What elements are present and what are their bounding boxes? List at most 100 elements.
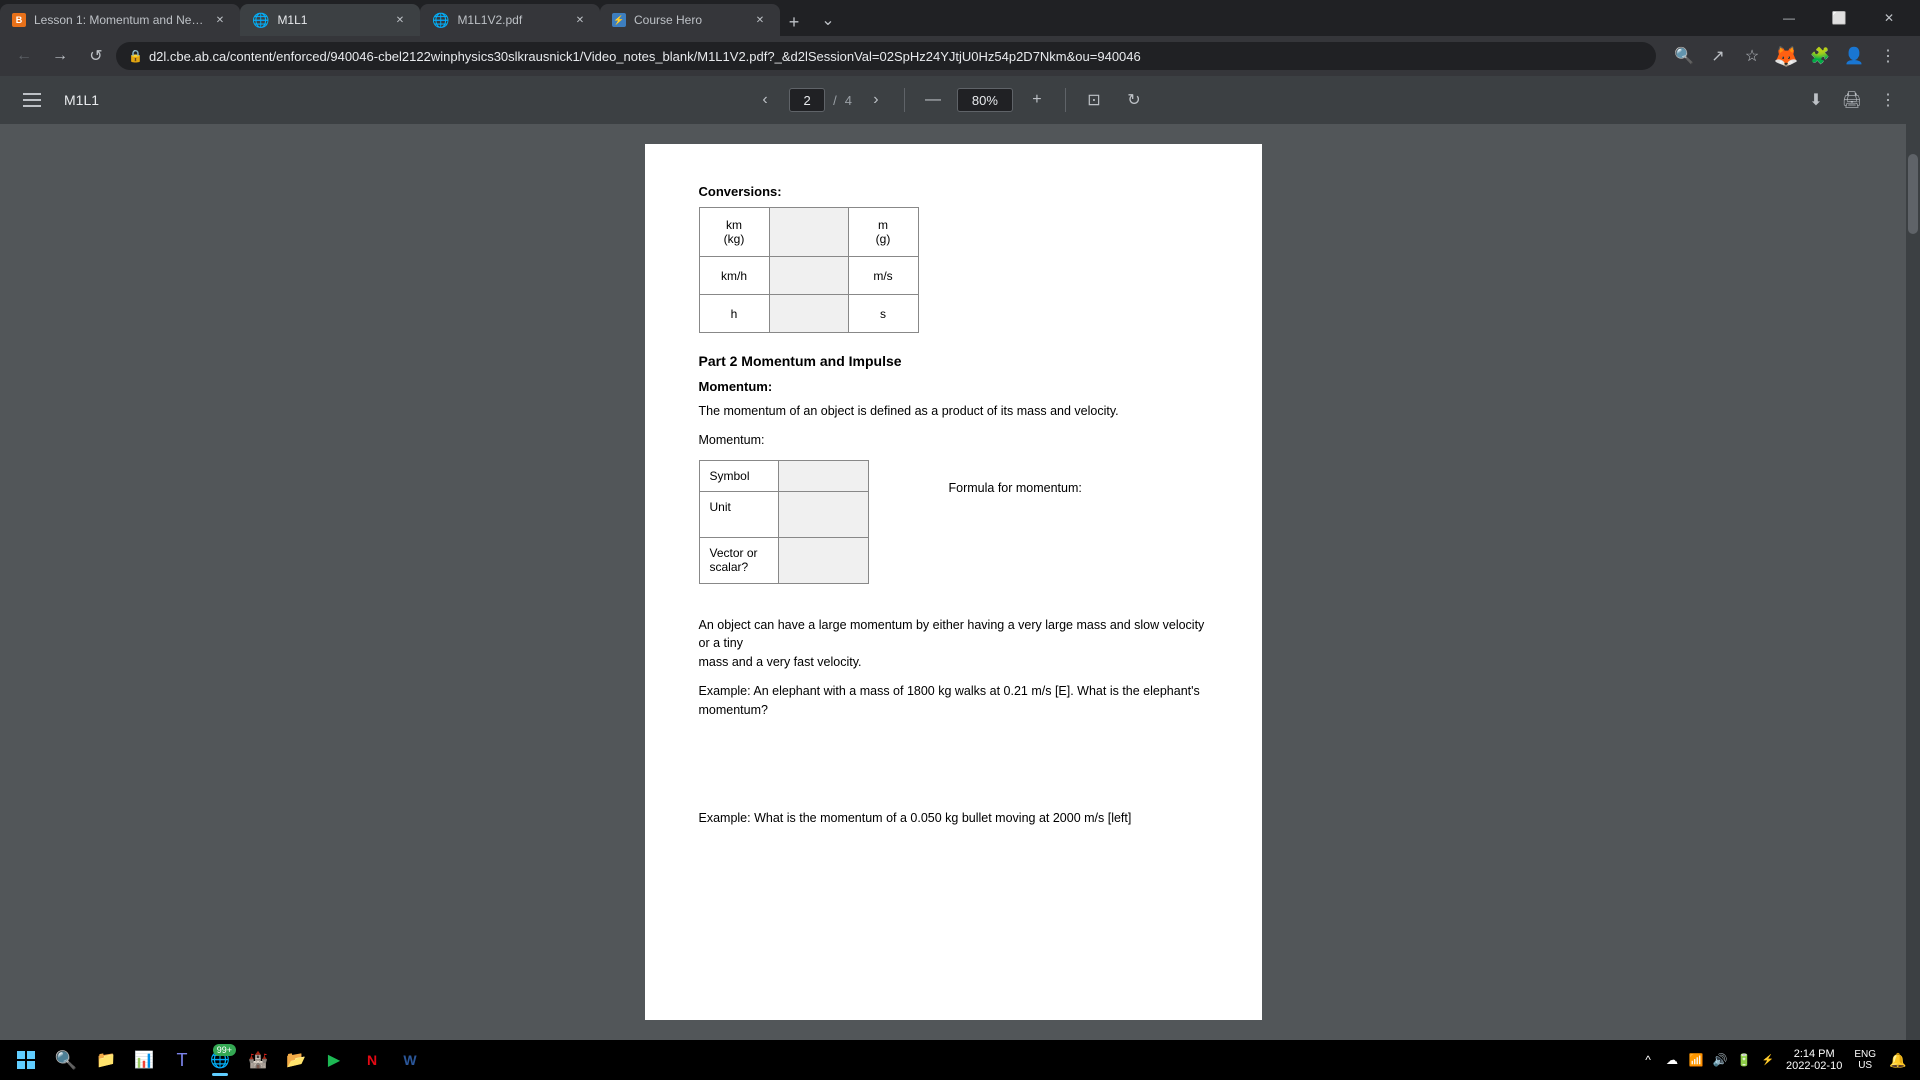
pdf-download-button[interactable]: ⬇ [1800, 84, 1832, 116]
address-bar: ← → ↺ 🔒 d2l.cbe.ab.ca/content/enforced/9… [0, 36, 1920, 76]
pdf-more-button[interactable]: ⋮ [1872, 84, 1904, 116]
zoom-separator [904, 88, 905, 112]
pdf-fit-page-button[interactable]: ⊡ [1078, 84, 1110, 116]
share-icon[interactable]: ↗ [1702, 40, 1734, 72]
tab-coursehero[interactable]: Course Hero ✕ [600, 4, 780, 36]
pdf-menu-button[interactable] [16, 84, 48, 116]
new-tab-button[interactable]: + [780, 8, 808, 36]
momentum-section-label: Momentum: [699, 379, 1208, 394]
wifi-icon[interactable]: 📶 [1686, 1050, 1706, 1070]
taskbar-task-manager[interactable]: 📊 [126, 1042, 162, 1078]
part2-title: Part 2 Momentum and Impulse [699, 353, 1208, 369]
time-display: 2:14 PM [1794, 1048, 1835, 1060]
hidden-icons-button[interactable]: ^ [1638, 1050, 1658, 1070]
battery-saver-icon[interactable]: ⚡ [1758, 1050, 1778, 1070]
notification-button[interactable]: 🔔 [1884, 1050, 1912, 1070]
system-tray: ^ ☁ 📶 🔊 🔋 ⚡ 2:14 PM 2022-02-10 ENG US 🔔 [1638, 1048, 1912, 1072]
tab-overflow-button[interactable]: ⌄ [812, 4, 844, 36]
back-button[interactable]: ← [8, 40, 40, 72]
search-icon[interactable]: 🔍 [1668, 40, 1700, 72]
pdf-document-title: M1L1 [64, 92, 99, 108]
conv-row3-col3: s [848, 295, 918, 333]
taskbar-spotify[interactable]: ▶ [316, 1042, 352, 1078]
pdf-print-button[interactable]: 🖨 [1836, 84, 1868, 116]
taskbar-file-manager[interactable]: 📂 [278, 1042, 314, 1078]
pdf-page-separator: / [833, 93, 837, 108]
zoom-separator2 [1065, 88, 1066, 112]
close-button[interactable]: ✕ [1866, 2, 1912, 34]
pdf-toolbar-center: ‹ / 4 › — 80% + ⊡ ↻ [99, 84, 1800, 116]
tab3-favicon: 🌐 [432, 12, 449, 29]
conversions-title: Conversions: [699, 184, 1208, 199]
start-button[interactable] [8, 1042, 44, 1078]
pdf-next-page-button[interactable]: › [860, 84, 892, 116]
language-indicator: ENG US [1850, 1049, 1880, 1071]
tab4-title: Course Hero [634, 13, 744, 27]
pdf-page-input[interactable] [789, 88, 825, 112]
taskbar-disney[interactable]: 🏰 [240, 1042, 276, 1078]
menu-icon[interactable]: ⋮ [1872, 40, 1904, 72]
taskbar: 🔍 📁 📊 T 🌐 99+ 🏰 📂 ▶ N W [0, 1040, 1920, 1080]
example1-text: Example: An elephant with a mass of 1800… [699, 682, 1208, 720]
conv-row2-col3: m/s [848, 257, 918, 295]
conv-row1-col2 [769, 208, 848, 257]
cloud-icon[interactable]: ☁ [1662, 1050, 1682, 1070]
profile-icon[interactable]: 👤 [1838, 40, 1870, 72]
locale-text: US [1858, 1060, 1872, 1071]
pdf-total-pages: 4 [845, 93, 852, 108]
volume-icon[interactable]: 🔊 [1710, 1050, 1730, 1070]
date-display: 2022-02-10 [1786, 1060, 1842, 1072]
tab3-close[interactable]: ✕ [572, 12, 588, 28]
pdf-zoom-in-button[interactable]: + [1021, 84, 1053, 116]
momentum-unit-value [779, 491, 868, 537]
pdf-page: Conversions: km (kg) m (g) km/h m/s h [645, 144, 1262, 1020]
taskbar-chrome[interactable]: 🌐 99+ [202, 1042, 238, 1078]
maximize-button[interactable]: ⬜ [1816, 2, 1862, 34]
scrollbar[interactable] [1906, 124, 1920, 1040]
pdf-toolbar-right: ⬇ 🖨 ⋮ [1800, 84, 1904, 116]
pdf-toolbar: M1L1 ‹ / 4 › — 80% + ⊡ ↻ ⬇ 🖨 ⋮ [0, 76, 1920, 124]
bookmark-icon[interactable]: ☆ [1736, 40, 1768, 72]
reload-button[interactable]: ↺ [80, 40, 112, 72]
tab-m1l1[interactable]: 🌐 M1L1 ✕ [240, 4, 420, 36]
taskbar-netflix[interactable]: N [354, 1042, 390, 1078]
minimize-button[interactable]: — [1766, 2, 1812, 34]
extensions-icon[interactable]: 🧩 [1804, 40, 1836, 72]
extension1-icon[interactable]: 🦊 [1770, 40, 1802, 72]
taskbar-word[interactable]: W [392, 1042, 428, 1078]
tab3-title: M1L1V2.pdf [457, 13, 564, 27]
taskbar-teams[interactable]: T [164, 1042, 200, 1078]
url-bar[interactable]: 🔒 d2l.cbe.ab.ca/content/enforced/940046-… [116, 42, 1656, 70]
tab4-close[interactable]: ✕ [752, 12, 768, 28]
pdf-container[interactable]: Conversions: km (kg) m (g) km/h m/s h [0, 124, 1906, 1040]
momentum-table: Symbol Unit Vector or scalar? [699, 460, 869, 584]
conv-row1-col1: km (kg) [699, 208, 769, 257]
conversions-table: km (kg) m (g) km/h m/s h s [699, 207, 919, 333]
momentum-vector-value [779, 537, 868, 583]
tab2-title: M1L1 [277, 13, 384, 27]
conv-row2-col1: km/h [699, 257, 769, 295]
tab2-close[interactable]: ✕ [392, 12, 408, 28]
pdf-toolbar-left: M1L1 [16, 84, 99, 116]
tab-strip: B Lesson 1: Momentum and Newt... ✕ 🌐 M1L… [0, 0, 1758, 36]
taskbar-apps: 📁 📊 T 🌐 99+ 🏰 📂 ▶ N W [88, 1042, 428, 1078]
window-controls: — ⬜ ✕ [1758, 0, 1920, 36]
pdf-rotate-button[interactable]: ↻ [1118, 84, 1150, 116]
taskbar-search-button[interactable]: 🔍 [48, 1042, 84, 1078]
battery-icon[interactable]: 🔋 [1734, 1050, 1754, 1070]
tab-m1l1v2[interactable]: 🌐 M1L1V2.pdf ✕ [420, 4, 600, 36]
pdf-zoom-out-button[interactable]: — [917, 84, 949, 116]
pdf-zoom-value[interactable]: 80% [957, 88, 1013, 112]
pdf-prev-page-button[interactable]: ‹ [749, 84, 781, 116]
tab1-close[interactable]: ✕ [212, 12, 228, 28]
taskbar-file-explorer[interactable]: 📁 [88, 1042, 124, 1078]
tab-lesson1[interactable]: B Lesson 1: Momentum and Newt... ✕ [0, 4, 240, 36]
forward-button[interactable]: → [44, 40, 76, 72]
clock[interactable]: 2:14 PM 2022-02-10 [1782, 1048, 1846, 1072]
tab1-title: Lesson 1: Momentum and Newt... [34, 13, 204, 27]
tab4-favicon [612, 13, 626, 27]
lock-icon: 🔒 [128, 49, 143, 63]
conv-row3-col2 [769, 295, 848, 333]
momentum-symbol-value [779, 460, 868, 491]
main-content-area: Conversions: km (kg) m (g) km/h m/s h [0, 124, 1920, 1040]
